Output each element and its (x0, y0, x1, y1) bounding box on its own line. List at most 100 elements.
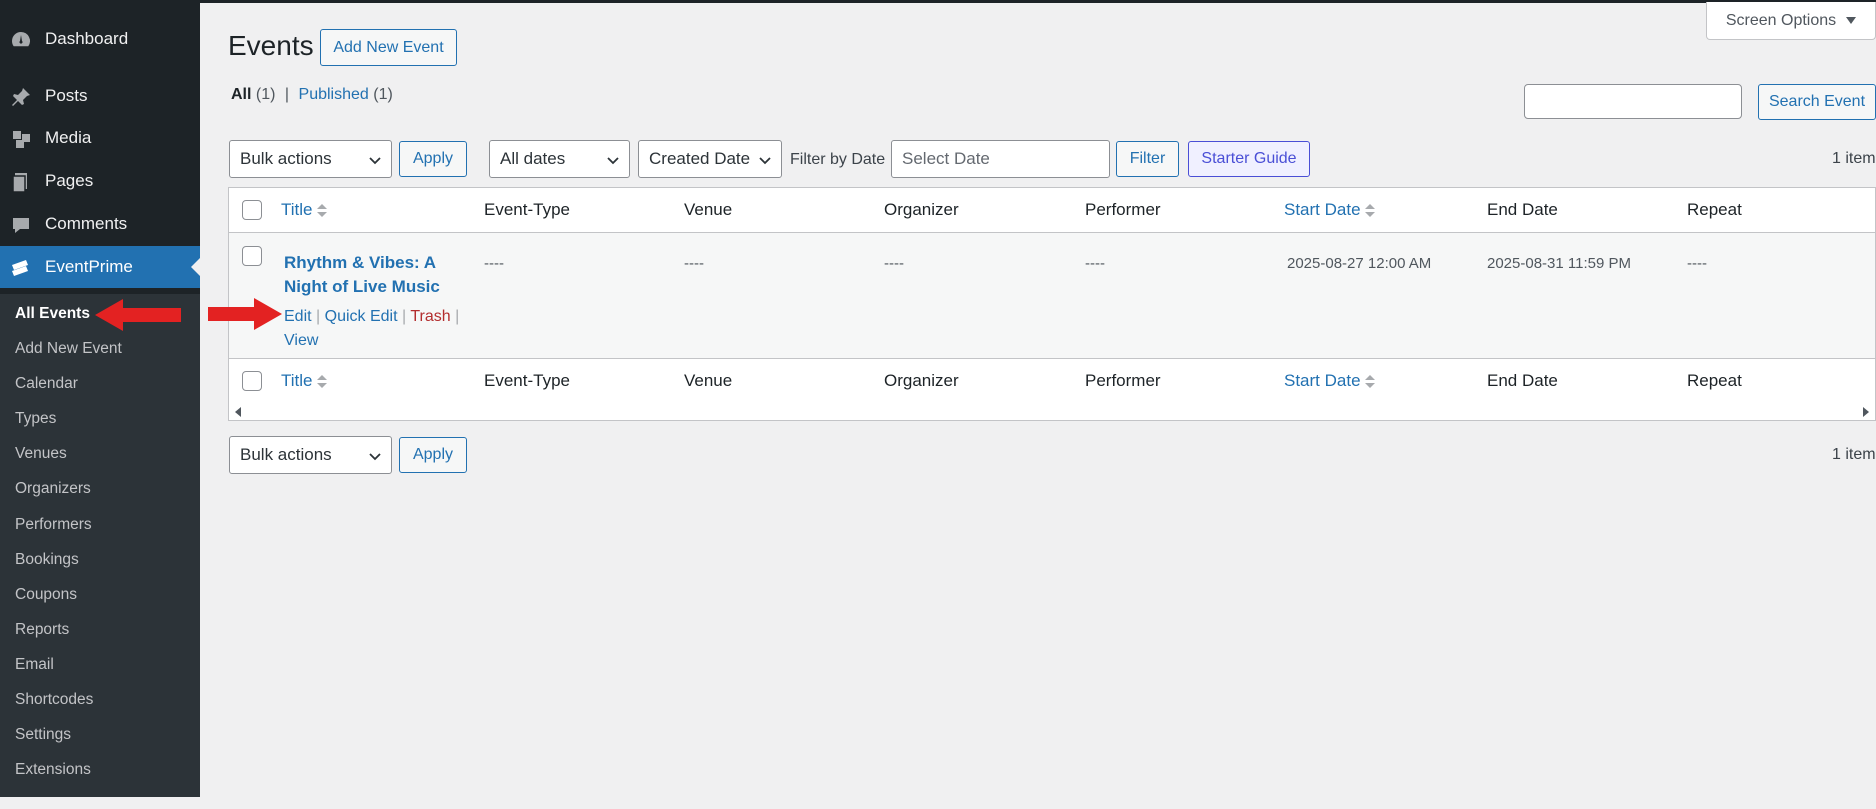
dates-select-value: All dates (500, 149, 566, 168)
submenu-calendar[interactable]: Calendar (15, 372, 78, 396)
add-new-event-button[interactable]: Add New Event (320, 29, 457, 66)
eventprime-icon (10, 257, 32, 279)
edit-link[interactable]: Edit (284, 308, 312, 325)
column-event-type: Event-Type (484, 200, 570, 219)
submenu-bookings[interactable]: Bookings (15, 548, 79, 572)
table-footer: Title Event-Type Venue Organizer Perform… (229, 358, 1875, 403)
column-end-date-footer: End Date (1487, 371, 1558, 390)
menu-label: Comments (45, 214, 128, 233)
select-date-input[interactable]: Select Date (891, 140, 1110, 178)
row-checkbox[interactable] (242, 246, 262, 266)
menu-dashboard[interactable]: Dashboard (0, 18, 200, 60)
cell-start-date: 2025-08-27 12:00 AM (1287, 255, 1432, 272)
menu-comments[interactable]: Comments (0, 203, 200, 245)
column-venue: Venue (684, 200, 733, 219)
event-title-link[interactable]: Rhythm & Vibes: A Night of Live Music (284, 251, 464, 299)
screen-options-button[interactable]: Screen Options (1706, 2, 1876, 40)
quick-edit-link[interactable]: Quick Edit (325, 308, 398, 325)
submenu-organizers[interactable]: Organizers (15, 477, 91, 501)
menu-label: Dashboard (45, 29, 129, 48)
cell-organizer: ---- (884, 255, 904, 272)
sort-date-select[interactable]: Created Date (638, 140, 782, 178)
column-start-date[interactable]: Start Date (1284, 200, 1375, 220)
chevron-down-icon (369, 157, 381, 165)
main-content: Screen Options Events Add New Event All … (200, 0, 1876, 809)
events-table: Title Event-Type Venue Organizer Perform… (228, 187, 1876, 421)
bulk-actions-value: Bulk actions (240, 445, 332, 464)
table-row: Rhythm & Vibes: A Night of Live Music Ed… (229, 233, 1875, 358)
cell-venue: ---- (684, 255, 704, 272)
menu-label: Media (45, 128, 92, 147)
column-organizer-footer: Organizer (884, 371, 959, 390)
submenu-all-events[interactable]: All Events (15, 302, 90, 326)
view-published-link[interactable]: Published (1) (299, 86, 393, 103)
submenu-reports[interactable]: Reports (15, 618, 69, 642)
horizontal-scrollbar[interactable] (228, 403, 1876, 421)
search-event-button[interactable]: Search Event (1758, 84, 1876, 120)
column-performer: Performer (1085, 200, 1161, 219)
starter-guide-button[interactable]: Starter Guide (1188, 141, 1310, 177)
row-actions: Edit | Quick Edit | Trash | View (284, 305, 464, 353)
trash-link[interactable]: Trash (410, 308, 450, 325)
submenu-settings[interactable]: Settings (15, 723, 71, 747)
cell-event-type: ---- (484, 255, 504, 272)
media-icon (10, 128, 32, 150)
submenu-venues[interactable]: Venues (15, 442, 67, 466)
scroll-left-icon[interactable] (235, 407, 241, 417)
scroll-right-icon[interactable] (1863, 407, 1869, 417)
sort-icon (316, 374, 327, 389)
column-title-footer[interactable]: Title (281, 371, 327, 391)
select-all-checkbox-footer[interactable] (242, 371, 262, 391)
submenu-performers[interactable]: Performers (15, 513, 92, 537)
view-separator: | (284, 86, 290, 103)
cell-repeat: ---- (1687, 255, 1707, 272)
column-title[interactable]: Title (281, 200, 327, 220)
menu-posts[interactable]: Posts (0, 75, 200, 117)
submenu-shortcodes[interactable]: Shortcodes (15, 688, 93, 712)
cell-performer: ---- (1085, 255, 1105, 272)
column-repeat: Repeat (1687, 200, 1742, 219)
view-all-link[interactable]: All (1) (231, 86, 275, 103)
submenu-coupons[interactable]: Coupons (15, 583, 77, 607)
submenu-types[interactable]: Types (15, 407, 56, 431)
cell-end-date: 2025-08-31 11:59 PM (1487, 255, 1631, 272)
view-link[interactable]: View (284, 332, 318, 349)
column-repeat-footer: Repeat (1687, 371, 1742, 390)
bulk-actions-select[interactable]: Bulk actions (229, 140, 392, 178)
chevron-down-icon (759, 157, 771, 165)
items-count: 1 item (1832, 150, 1876, 167)
bulk-actions-select-bottom[interactable]: Bulk actions (229, 436, 392, 474)
menu-label: Pages (45, 171, 94, 190)
eventprime-submenu: All Events Add New Event Calendar Types … (0, 294, 200, 797)
select-date-placeholder: Select Date (902, 149, 990, 168)
caret-down-icon (1846, 16, 1857, 24)
admin-sidebar: Dashboard Posts Media Pages Comments Eve… (0, 0, 200, 797)
menu-media[interactable]: Media (0, 117, 200, 159)
column-start-date-footer[interactable]: Start Date (1284, 371, 1375, 391)
pages-icon (10, 171, 32, 193)
sort-date-value: Created Date (649, 149, 751, 168)
sort-icon (1364, 374, 1375, 389)
chevron-down-icon (369, 453, 381, 461)
filter-by-date-label: Filter by Date (790, 151, 886, 168)
submenu-email[interactable]: Email (15, 653, 54, 677)
dates-select[interactable]: All dates (489, 140, 630, 178)
select-all-checkbox[interactable] (242, 200, 262, 220)
search-input[interactable] (1524, 84, 1742, 119)
apply-button-bottom[interactable]: Apply (399, 437, 467, 473)
bulk-actions-value: Bulk actions (240, 149, 332, 168)
table-header: Title Event-Type Venue Organizer Perform… (229, 188, 1875, 233)
menu-eventprime[interactable]: EventPrime (0, 246, 200, 288)
action-separator: | (316, 308, 321, 325)
page-title: Events (228, 30, 314, 61)
chevron-down-icon (607, 157, 619, 165)
submenu-add-new-event[interactable]: Add New Event (15, 337, 122, 361)
submenu-extensions[interactable]: Extensions (15, 758, 91, 782)
filter-button[interactable]: Filter (1116, 141, 1179, 177)
menu-label: Posts (45, 86, 88, 105)
apply-button[interactable]: Apply (399, 141, 467, 177)
menu-pages[interactable]: Pages (0, 160, 200, 202)
column-performer-footer: Performer (1085, 371, 1161, 390)
column-venue-footer: Venue (684, 371, 733, 390)
pushpin-icon (10, 86, 32, 108)
